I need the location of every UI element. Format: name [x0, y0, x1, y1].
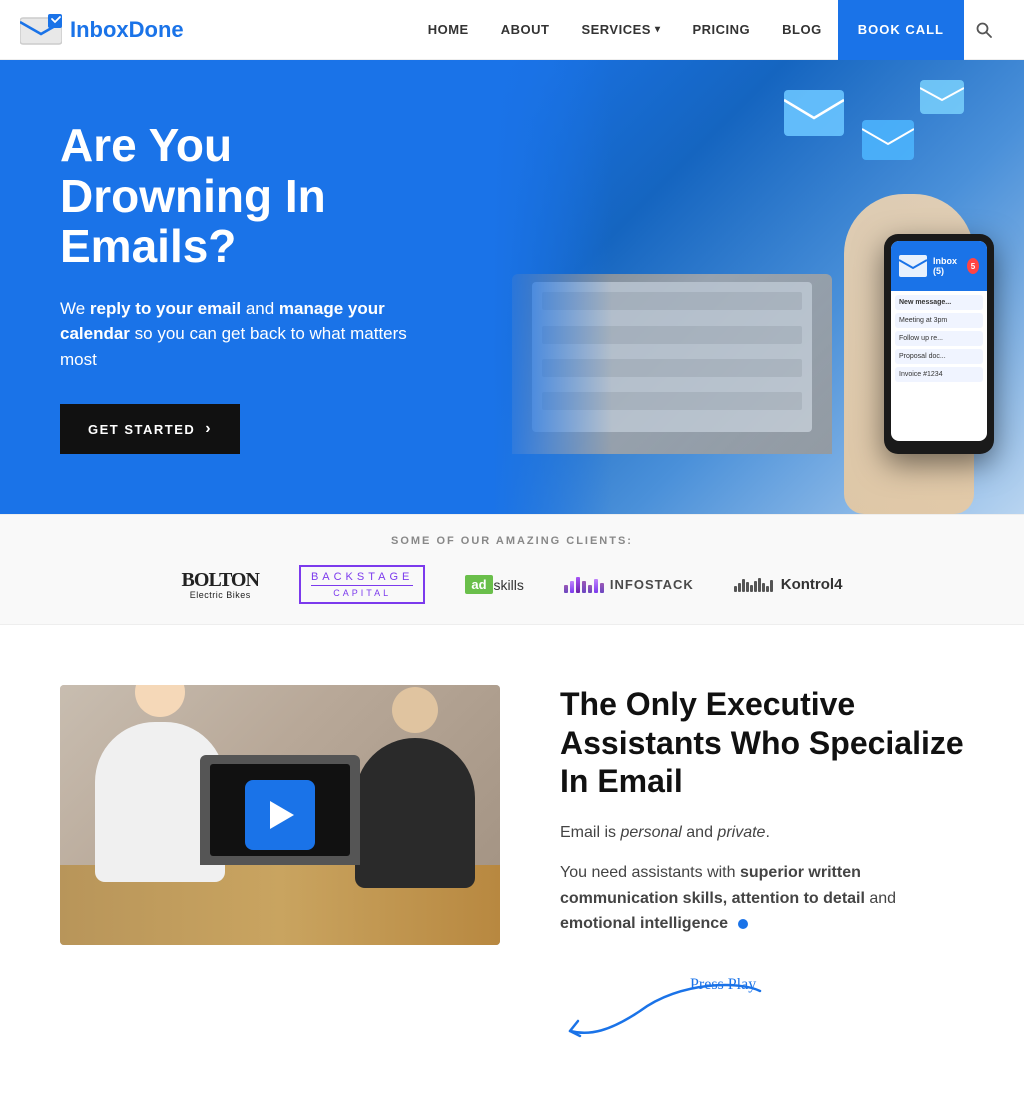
chevron-down-icon: ▾ [655, 24, 661, 35]
nav-services[interactable]: SERVICES ▾ [565, 0, 676, 60]
hero-section: Are You Drowning In Emails? We reply to … [0, 60, 1024, 514]
logo-wordmark: InboxDone [70, 17, 184, 43]
nav-home[interactable]: HOME [412, 0, 485, 60]
logo-inbox: Inbox [70, 17, 129, 42]
search-icon [976, 22, 992, 38]
header: InboxDone HOME ABOUT SERVICES ▾ PRICING … [0, 0, 1024, 60]
envelope-1 [784, 90, 844, 136]
clients-label: SOME OF OUR AMAZING CLIENTS: [0, 535, 1024, 547]
blue-dot-decoration [738, 919, 748, 929]
curved-arrow-icon: Press Play [560, 971, 780, 1051]
envelope-3 [920, 80, 964, 114]
hero-subtitle: We reply to your email and manage your c… [60, 296, 440, 373]
get-started-button[interactable]: GET STARTED › [60, 404, 240, 454]
video-thumbnail[interactable] [60, 685, 500, 945]
hero-image: Inbox (5) 5 New message... Meeting at 3p… [492, 60, 1024, 514]
main-nav: HOME ABOUT SERVICES ▾ PRICING BLOG BOOK … [412, 0, 1004, 60]
hero-content: Are You Drowning In Emails? We reply to … [0, 60, 492, 514]
hero-title: Are You Drowning In Emails? [60, 120, 452, 272]
client-logo-bolton[interactable]: BOLTON Electric Bikes [182, 569, 259, 601]
logo-done: Done [129, 17, 184, 42]
chevron-right-icon: › [205, 420, 212, 438]
exec-content: The Only Executive Assistants Who Specia… [560, 685, 964, 1051]
exec-desc-2: You need assistants with superior writte… [560, 860, 964, 937]
play-triangle-icon [270, 801, 294, 829]
press-play-area: Press Play [560, 971, 964, 1051]
exec-section: The Only Executive Assistants Who Specia… [0, 625, 1024, 1111]
logo-icon [20, 14, 62, 46]
client-logo-adskills[interactable]: adskills [465, 575, 524, 594]
nav-blog[interactable]: BLOG [766, 0, 838, 60]
nav-about[interactable]: ABOUT [485, 0, 566, 60]
clients-section: SOME OF OUR AMAZING CLIENTS: BOLTON Elec… [0, 514, 1024, 625]
exec-title: The Only Executive Assistants Who Specia… [560, 685, 964, 800]
nav-pricing[interactable]: PRICING [676, 0, 766, 60]
client-logo-kontrol4[interactable]: Kontrol4 [734, 576, 843, 593]
svg-text:Press Play: Press Play [690, 976, 756, 993]
clients-logos: BOLTON Electric Bikes BACKSTAGE CAPITAL … [0, 565, 1024, 604]
book-call-button[interactable]: BOOK CALL [838, 0, 964, 60]
video-play-button[interactable] [245, 780, 315, 850]
envelope-2 [862, 120, 914, 160]
exec-desc-1: Email is personal and private. [560, 820, 964, 846]
logo[interactable]: InboxDone [20, 14, 184, 46]
search-button[interactable] [964, 0, 1004, 60]
client-logo-backstage[interactable]: BACKSTAGE CAPITAL [299, 565, 425, 604]
client-logo-infostack[interactable]: INFOSTACK [564, 577, 694, 593]
